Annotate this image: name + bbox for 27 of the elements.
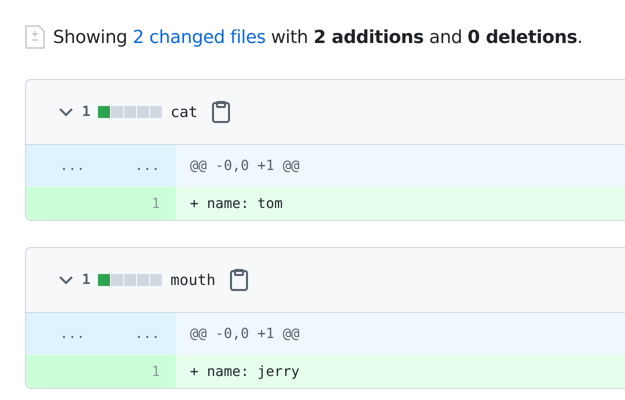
file-name: mouth — [170, 271, 216, 289]
diffstat-block — [111, 106, 124, 118]
new-line-number: ... — [101, 145, 176, 187]
changed-files-link[interactable]: 2 changed files — [132, 26, 266, 48]
diffstat-block — [137, 106, 150, 118]
diff-summary: Showing 2 changed files with 2 additions and 0 deletions. — [53, 26, 583, 48]
old-line-number: ... — [26, 145, 101, 187]
diffstat-block — [98, 106, 110, 118]
diffstat-block — [150, 106, 162, 118]
hunk-header: @@ -0,0 +1 @@ — [176, 145, 625, 187]
diffstat-block — [137, 274, 150, 286]
change-count: 1 — [82, 104, 90, 120]
new-line-number: 1 — [101, 355, 176, 388]
diffstat-block — [124, 106, 136, 118]
clipboard-icon[interactable] — [212, 101, 230, 123]
new-line-number: 1 — [101, 187, 176, 220]
diffstat-block — [124, 274, 136, 286]
clipboard-icon[interactable] — [230, 269, 248, 291]
hunk-header: @@ -0,0 +1 @@ — [176, 313, 625, 355]
diffstat-block — [98, 274, 110, 286]
diffstat-block — [111, 274, 124, 286]
file-diff-icon — [25, 25, 45, 49]
diffstat-block — [150, 274, 162, 286]
old-line-number: ... — [26, 313, 101, 355]
file-name: cat — [170, 103, 198, 121]
change-count: 1 — [82, 272, 90, 288]
new-line-number: ... — [101, 313, 176, 355]
